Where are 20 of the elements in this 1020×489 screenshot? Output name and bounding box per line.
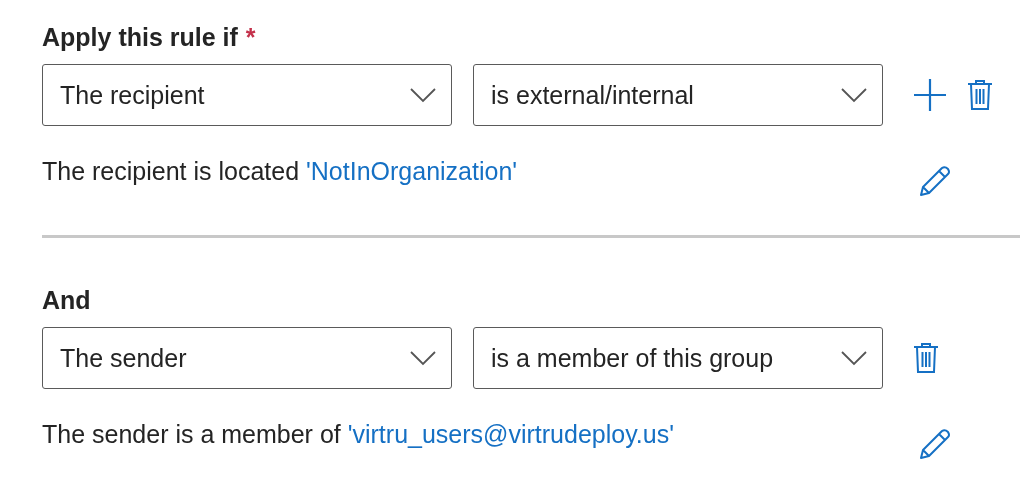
dropdown[interactable]: The recipient [42,64,452,126]
trash-icon[interactable] [913,342,939,374]
pencil-icon[interactable] [918,164,952,198]
section-heading: Apply this rule if [42,22,238,53]
value-link[interactable]: 'NotInOrganization' [306,157,518,185]
dropdown[interactable]: is external/internal [473,64,883,126]
section-heading: And [42,285,91,316]
dropdown[interactable]: The sender [42,327,452,389]
plus-icon[interactable] [913,78,947,112]
condition-description: The recipient is located 'NotInOrganization' [42,156,518,187]
value-link[interactable]: 'virtru_users@virtrudeploy.us' [347,420,674,448]
pencil-icon[interactable] [918,427,952,461]
chevron-down-icon [840,87,868,103]
dropdown[interactable]: is a member of this group [473,327,883,389]
chevron-down-icon [840,350,868,366]
chevron-down-icon [409,87,437,103]
required-mark: * [245,22,256,53]
condition-description: The sender is a member of 'virtru_users@virtrudeploy.us' [42,419,674,450]
chevron-down-icon [409,350,437,366]
trash-icon[interactable] [967,79,993,111]
